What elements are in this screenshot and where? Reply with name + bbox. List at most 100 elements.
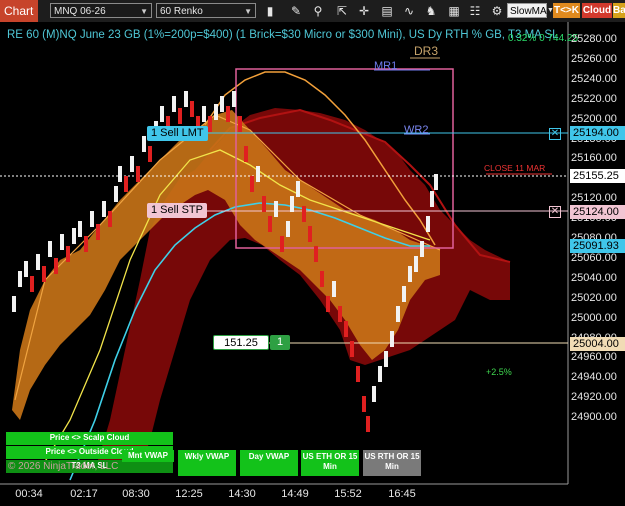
weekly-vwap-button[interactable]: Wkly VWAP	[178, 450, 236, 476]
us-rth-or-button[interactable]: US RTH OR 15 Min	[363, 450, 421, 476]
copyright-text: © 2026 NinjaTrader, LLC	[8, 461, 119, 472]
zoom-icon[interactable]: ⚲	[310, 3, 326, 19]
renko-brick	[84, 236, 88, 252]
renko-brick	[244, 146, 248, 162]
properties-icon[interactable]: ☷	[467, 3, 483, 19]
renko-brick	[142, 136, 146, 152]
indicators-icon[interactable]: ∿	[401, 3, 417, 19]
price-tick-label: 25260.00	[571, 52, 617, 65]
mr1-label: MR1	[374, 60, 398, 72]
renko-brick	[344, 321, 348, 337]
sell-limit-price-marker: 25194.00	[570, 126, 625, 140]
price-tick-label: 25280.00	[571, 33, 617, 45]
dr3-label: DR3	[414, 44, 439, 58]
position-quantity[interactable]: 1	[270, 335, 290, 350]
price-tick-label: 24940.00	[571, 371, 617, 384]
position-price[interactable]: 151.25	[213, 335, 269, 350]
daily-vwap-button[interactable]: Day VWAP	[240, 450, 298, 476]
templates-icon[interactable]: ▦	[446, 3, 462, 19]
price-tick-label: 25240.00	[571, 72, 617, 85]
cursor-icon[interactable]: ⇱	[334, 3, 350, 19]
cloud-toggle-button[interactable]: Cloud	[582, 3, 612, 18]
renko-brick	[302, 206, 306, 222]
cancel-sell-stop-icon[interactable]: ✕	[549, 206, 561, 218]
monthly-vwap-button[interactable]: Mnt VWAP	[122, 450, 174, 462]
pencil-icon[interactable]: ✎	[288, 3, 304, 19]
renko-brick	[362, 396, 366, 412]
renko-brick	[48, 241, 52, 257]
tick-toggle-button[interactable]: T<>K	[553, 3, 580, 18]
instrument-selector[interactable]: MNQ 06-26 ▼	[50, 3, 152, 18]
crosshair-icon[interactable]: ✛	[356, 3, 372, 19]
bar-chart-icon[interactable]: ▮	[262, 3, 278, 19]
time-tick-label: 15:52	[334, 488, 362, 500]
price-tick-label: 25120.00	[571, 192, 617, 205]
time-tick-label: 14:30	[228, 488, 256, 500]
renko-brick	[12, 296, 16, 312]
instrument-label: MNQ 06-26	[54, 6, 106, 17]
renko-brick	[108, 211, 112, 227]
us-eth-or-button[interactable]: US ETH OR 15 Min	[301, 450, 359, 476]
renko-brick	[184, 91, 188, 107]
bar-type-selector[interactable]: 60 Renko ▼	[156, 3, 256, 18]
renko-brick	[434, 174, 438, 190]
renko-brick	[90, 211, 94, 227]
chart-toolbar: Chart MNQ 06-26 ▼ 60 Renko ▼ ▮ ✎ ⚲ ⇱ ✛ ▤…	[0, 0, 625, 23]
price-tick-label: 24900.00	[571, 411, 617, 424]
renko-brick	[402, 286, 406, 302]
renko-brick	[420, 241, 424, 257]
price-tick-label: 25160.00	[571, 152, 617, 165]
bars-toggle-button[interactable]: Ba	[613, 3, 625, 18]
chart-tab[interactable]: Chart	[0, 0, 38, 22]
renko-brick	[426, 216, 430, 232]
renko-brick	[220, 96, 224, 112]
cancel-sell-limit-icon[interactable]: ✕	[549, 128, 561, 140]
renko-brick	[326, 296, 330, 312]
renko-brick	[114, 186, 118, 202]
renko-brick	[102, 201, 106, 217]
renko-brick	[332, 281, 336, 297]
renko-brick	[202, 106, 206, 122]
renko-brick	[274, 201, 278, 217]
price-scalp-cloud-button[interactable]: Price <> Scalp Cloud	[6, 432, 173, 445]
renko-brick	[30, 276, 34, 292]
strategies-icon[interactable]: ♞	[423, 3, 439, 19]
renko-brick	[338, 306, 342, 322]
price-tick-label: 25200.00	[571, 112, 617, 125]
sell-stop-order[interactable]: 1 Sell STP	[147, 203, 207, 218]
renko-brick	[356, 366, 360, 382]
renko-brick	[308, 226, 312, 242]
time-tick-label: 16:45	[388, 488, 416, 500]
renko-brick	[320, 271, 324, 287]
indicator-selector[interactable]: SlowMA	[507, 3, 547, 18]
renko-brick	[124, 176, 128, 192]
sell-stop-price-marker: 25124.00	[570, 205, 625, 219]
renko-brick	[96, 224, 100, 240]
renko-brick	[314, 246, 318, 262]
time-tick-label: 00:34	[15, 488, 43, 500]
renko-brick	[286, 221, 290, 237]
price-tick-label: 25000.00	[571, 311, 617, 324]
bar-type-label: 60 Renko	[160, 6, 203, 17]
percent-level-label: +2.5%	[486, 367, 512, 377]
renko-brick	[172, 96, 176, 112]
renko-brick	[66, 246, 70, 262]
renko-brick	[24, 261, 28, 277]
renko-brick	[148, 146, 152, 162]
settings-icon[interactable]: ⚙	[489, 3, 505, 19]
renko-brick	[214, 104, 218, 120]
sell-limit-order[interactable]: 1 Sell LMT	[147, 126, 208, 141]
renko-brick	[60, 234, 64, 250]
chart-title: RE 60 (M)NQ June 23 GB (1%=200p=$400) (1…	[7, 29, 559, 41]
renko-brick	[378, 366, 382, 382]
renko-brick	[136, 166, 140, 182]
renko-brick	[408, 266, 412, 282]
renko-brick	[366, 416, 370, 432]
chart-trader-icon[interactable]: ▤	[379, 3, 395, 19]
renko-brick	[18, 271, 22, 287]
renko-brick	[256, 166, 260, 182]
wr2-label: WR2	[404, 124, 429, 136]
position-price-marker: 25004.00	[570, 337, 625, 351]
renko-brick	[178, 108, 182, 124]
renko-brick	[72, 228, 76, 244]
